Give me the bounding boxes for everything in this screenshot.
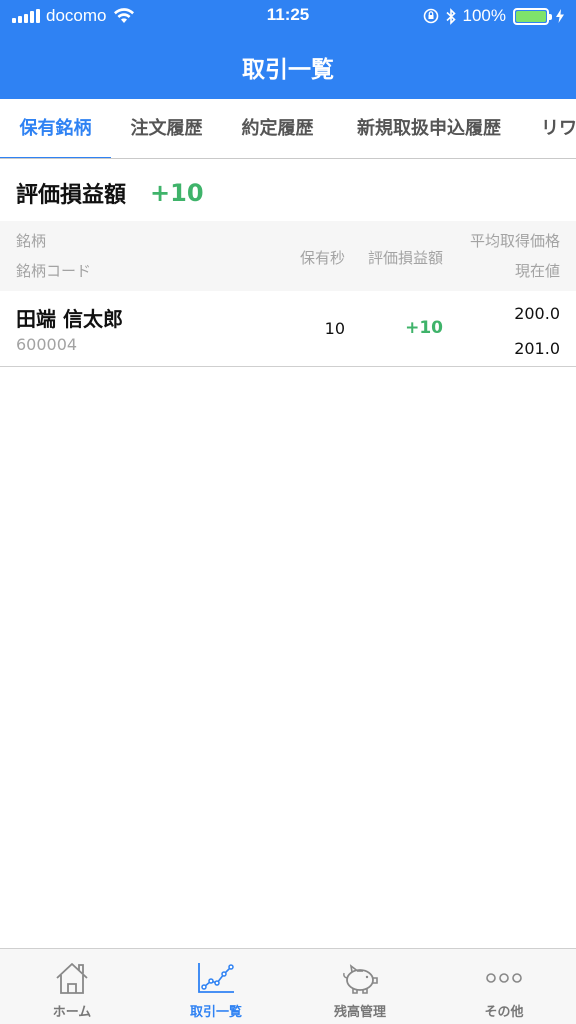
- valuation-value: +10: [150, 179, 204, 207]
- table-row[interactable]: 田端 信太郎 600004 10 +10 200.0 201.0: [0, 291, 576, 367]
- tabbar-trades[interactable]: 取引一覧: [144, 949, 288, 1024]
- tabbar-home[interactable]: ホーム: [0, 949, 144, 1024]
- more-icon: [486, 973, 522, 983]
- header-current-price: 現在値: [514, 262, 560, 280]
- valuation-label: 評価損益額: [16, 183, 127, 208]
- header-avg-price: 平均取得価格: [469, 232, 560, 250]
- holding-avg-price: 200.0: [514, 304, 560, 323]
- table-header: 銘柄 銘柄コード 保有秒 評価損益額 平均取得価格 現在値: [0, 221, 576, 291]
- battery-icon: [513, 7, 552, 25]
- tabbar-balance-label: 残高管理: [333, 1005, 386, 1020]
- tab-reward[interactable]: リワ: [528, 99, 576, 158]
- header-seconds: 保有秒: [299, 249, 345, 267]
- header-pl: 評価損益額: [367, 249, 443, 267]
- header-code: 銘柄コード: [16, 262, 92, 280]
- holding-current-price: 201.0: [514, 339, 560, 358]
- battery-level: [516, 10, 546, 22]
- tabbar-balance[interactable]: 残高管理: [288, 949, 432, 1024]
- holding-seconds: 10: [324, 319, 345, 338]
- battery-percent: 100%: [462, 6, 506, 25]
- charging-icon: [556, 9, 564, 23]
- tabbar-more-label: その他: [484, 1005, 524, 1020]
- tab-holdings[interactable]: 保有銘柄: [0, 99, 111, 158]
- holding-name: 田端 信太郎: [16, 307, 123, 331]
- tab-new-application-history[interactable]: 新規取扱申込履歴: [333, 99, 525, 158]
- tabbar-more[interactable]: その他: [432, 949, 576, 1024]
- home-icon: [56, 963, 88, 994]
- header-name: 銘柄: [16, 232, 47, 250]
- bottom-tab-bar: ホーム 取引一覧 残高管理 その他: [0, 948, 576, 1024]
- tab-execution-history[interactable]: 約定履歴: [222, 99, 333, 158]
- holding-pl: +10: [405, 318, 443, 338]
- tab-order-history[interactable]: 注文履歴: [111, 99, 222, 158]
- holding-code: 600004: [16, 335, 78, 354]
- tab-strip: 保有銘柄 注文履歴 約定履歴 新規取扱申込履歴 リワ: [0, 99, 576, 159]
- piggy-bank-icon: [343, 964, 378, 994]
- tabbar-trades-label: 取引一覧: [189, 1005, 242, 1020]
- page-title: 取引一覧: [242, 57, 334, 83]
- valuation-summary: 評価損益額 +10: [16, 176, 204, 210]
- status-bar: docomo 11:25 100%: [0, 0, 576, 34]
- tabbar-home-label: ホーム: [52, 1005, 92, 1020]
- chart-icon: [198, 963, 234, 993]
- status-right: 100%: [423, 5, 564, 27]
- bluetooth-icon: [445, 7, 456, 25]
- app-header: docomo 11:25 100% 取引一覧: [0, 0, 576, 99]
- orientation-lock-icon: [423, 8, 438, 24]
